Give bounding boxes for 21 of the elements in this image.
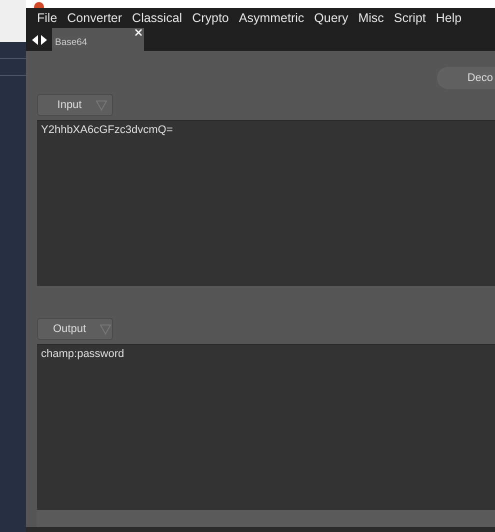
menu-item[interactable]: Script	[388, 11, 431, 26]
menu-item[interactable]: Help	[430, 11, 467, 26]
menu-item[interactable]: Crypto	[187, 11, 234, 26]
menu-item[interactable]: Converter	[62, 11, 128, 26]
menu-item[interactable]: File	[32, 11, 62, 26]
menu-item[interactable]: Asymmetric	[234, 11, 310, 26]
decode-button[interactable]: Deco	[437, 67, 495, 90]
dropdown[interactable]: Output	[37, 318, 113, 340]
menu-item[interactable]: Classical	[127, 11, 188, 26]
filter-icon	[96, 100, 107, 111]
filter-icon	[100, 324, 112, 335]
forward-arrow-icon[interactable]	[41, 35, 47, 46]
menu-item[interactable]: Misc	[353, 11, 389, 26]
menu-item[interactable]: Query	[309, 11, 354, 26]
close-icon[interactable]	[135, 29, 142, 36]
app-icon	[34, 2, 44, 8]
output-field[interactable]: champ:password	[37, 344, 495, 510]
dropdown[interactable]: Input	[37, 94, 113, 116]
input-field[interactable]: Y2hhbXA6cGFzc3dvcmQ=	[37, 120, 495, 286]
tab[interactable]: Base64	[52, 28, 144, 52]
back-arrow-icon[interactable]	[32, 35, 38, 46]
